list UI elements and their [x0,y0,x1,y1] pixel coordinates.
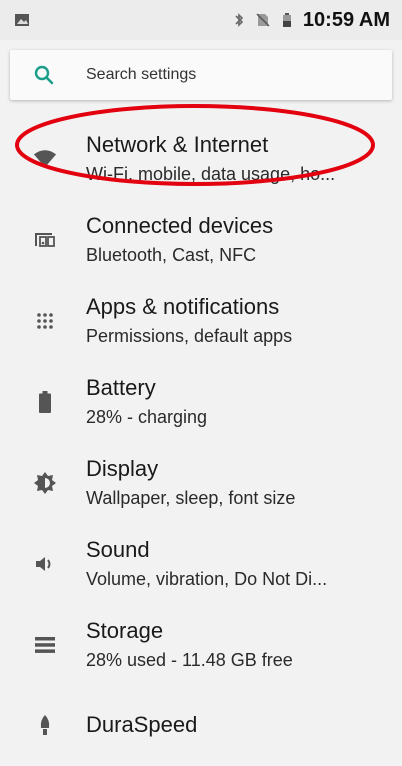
item-text: Sound Volume, vibration, Do Not Di... [86,536,402,592]
bluetooth-icon [231,12,247,28]
settings-list: Network & Internet Wi-Fi, mobile, data u… [0,118,402,766]
item-text: Network & Internet Wi-Fi, mobile, data u… [86,131,402,187]
item-title: Battery [86,374,156,400]
item-subtitle: Permissions, default apps [86,325,293,346]
search-container: Search settings [0,40,402,100]
search-bar[interactable]: Search settings [10,50,392,100]
settings-item-battery[interactable]: Battery 28% - charging [0,361,402,442]
status-left [14,12,30,28]
item-subtitle: Wallpaper, sleep, font size [86,487,296,508]
item-title: DuraSpeed [86,711,198,737]
settings-item-apps[interactable]: Apps & notifications Permissions, defaul… [0,280,402,361]
item-title: Connected devices [86,212,274,238]
status-time: 10:59 AM [302,8,390,31]
item-subtitle: 28% - charging [86,406,208,427]
status-right: 10:59 AM [231,9,390,32]
image-icon [14,12,30,28]
settings-item-storage[interactable]: Storage 28% used - 11.48 GB free [0,604,402,685]
item-text: Connected devices Bluetooth, Cast, NFC [86,212,402,268]
storage-icon [33,633,57,657]
item-text: Battery 28% - charging [86,374,402,430]
connected-devices-icon [33,228,57,252]
brightness-icon [33,471,57,495]
item-subtitle: Volume, vibration, Do Not Di... [86,568,328,589]
settings-item-connected-devices[interactable]: Connected devices Bluetooth, Cast, NFC [0,199,402,280]
item-text: Apps & notifications Permissions, defaul… [86,293,402,349]
search-icon [32,63,56,87]
wifi-icon [33,147,57,171]
volume-icon [33,552,57,576]
item-title: Sound [86,536,150,562]
settings-item-display[interactable]: Display Wallpaper, sleep, font size [0,442,402,523]
item-subtitle: Wi-Fi, mobile, data usage, ho... [86,163,336,184]
settings-item-network[interactable]: Network & Internet Wi-Fi, mobile, data u… [0,118,402,199]
item-text: Storage 28% used - 11.48 GB free [86,617,402,673]
settings-item-duraspeed[interactable]: DuraSpeed [0,685,402,766]
settings-item-sound[interactable]: Sound Volume, vibration, Do Not Di... [0,523,402,604]
status-bar: 10:59 AM [0,0,402,40]
item-title: Display [86,455,159,481]
item-title: Network & Internet [86,131,269,157]
item-text: Display Wallpaper, sleep, font size [86,455,402,511]
search-label: Search settings [86,66,197,83]
battery-icon [33,390,57,414]
battery-charging-icon [279,12,295,28]
item-subtitle: Bluetooth, Cast, NFC [86,244,257,265]
no-sim-icon [255,12,271,28]
item-title: Storage [86,617,164,643]
item-subtitle: 28% used - 11.48 GB free [86,649,293,670]
apps-grid-icon [33,309,57,333]
item-title: Apps & notifications [86,293,280,319]
item-text: DuraSpeed [86,711,402,741]
rocket-icon [33,714,57,738]
